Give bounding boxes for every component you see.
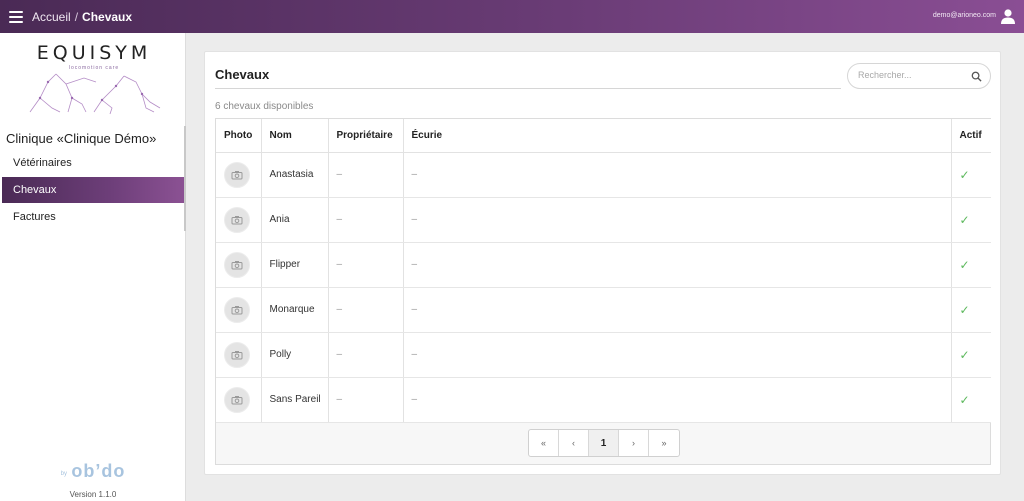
horse-name: Monarque bbox=[261, 287, 329, 333]
obdo-brand: by ob’do bbox=[0, 461, 186, 482]
sidebar-item-veterinaires[interactable]: Vétérinaires bbox=[2, 150, 186, 176]
horse-name: Polly bbox=[261, 332, 329, 378]
version-label: Version 1.1.0 bbox=[69, 490, 117, 499]
pagination-prev-button[interactable]: ‹ bbox=[559, 430, 589, 456]
active-cell: ✓ bbox=[951, 242, 991, 288]
pagination-first-button[interactable]: « bbox=[529, 430, 559, 456]
table-row[interactable]: Ania – – ✓ bbox=[216, 197, 991, 243]
active-cell: ✓ bbox=[951, 197, 991, 243]
brand-logo-text: ob’do bbox=[71, 461, 126, 481]
title-divider bbox=[215, 88, 841, 89]
check-icon: ✓ bbox=[959, 347, 970, 362]
stable-cell: – bbox=[403, 197, 952, 243]
check-icon: ✓ bbox=[959, 392, 970, 407]
camera-icon bbox=[224, 296, 250, 323]
breadcrumb-home-link[interactable]: Accueil bbox=[32, 10, 71, 24]
horses-card: Chevaux 6 chevaux disponibles Photo Nom … bbox=[204, 51, 1001, 475]
horse-legs-illustration bbox=[29, 73, 161, 115]
check-icon: ✓ bbox=[959, 167, 970, 182]
owner-cell: – bbox=[328, 377, 404, 423]
horse-name: Anastasia bbox=[261, 152, 329, 198]
table-row[interactable]: Anastasia – – ✓ bbox=[216, 152, 991, 198]
table-row[interactable]: Polly – – ✓ bbox=[216, 332, 991, 378]
horse-count: 6 chevaux disponibles bbox=[215, 101, 314, 112]
camera-icon bbox=[224, 251, 250, 278]
pagination-next-button[interactable]: › bbox=[619, 430, 649, 456]
photo-cell bbox=[216, 242, 262, 288]
breadcrumb-separator: / bbox=[74, 9, 79, 24]
table-row[interactable]: Flipper – – ✓ bbox=[216, 242, 991, 288]
search-box[interactable] bbox=[847, 63, 991, 89]
horse-name: Sans Pareil bbox=[261, 377, 329, 423]
logo-text: EQUISYM bbox=[36, 42, 152, 64]
camera-icon bbox=[224, 206, 250, 233]
column-header-name[interactable]: Nom bbox=[261, 119, 329, 153]
pagination-last-button[interactable]: » bbox=[649, 430, 679, 456]
owner-cell: – bbox=[328, 197, 404, 243]
top-bar: Accueil / Chevaux demo@arioneo.com bbox=[0, 0, 1024, 33]
sidebar-item-factures[interactable]: Factures bbox=[2, 204, 186, 230]
clinic-title: Clinique «Clinique Démo» bbox=[6, 131, 157, 146]
owner-cell: – bbox=[328, 242, 404, 288]
table-header-row: Photo Nom Propriétaire Écurie Actif bbox=[216, 119, 991, 153]
horse-name: Flipper bbox=[261, 242, 329, 288]
breadcrumb-current: Chevaux bbox=[82, 9, 133, 24]
photo-cell bbox=[216, 332, 262, 378]
sidebar-item-chevaux[interactable]: Chevaux bbox=[2, 177, 186, 203]
sidebar-scrollbar[interactable] bbox=[184, 126, 186, 231]
pagination: « ‹ 1 › » bbox=[528, 429, 680, 457]
brand-by: by bbox=[60, 471, 67, 477]
column-header-stable[interactable]: Écurie bbox=[403, 119, 952, 153]
camera-icon bbox=[224, 386, 250, 413]
page-title: Chevaux bbox=[215, 67, 270, 82]
table-row[interactable]: Sans Pareil – – ✓ bbox=[216, 377, 991, 423]
stable-cell: – bbox=[403, 377, 952, 423]
equisym-logo: EQUISYM locomotion care bbox=[2, 36, 186, 122]
horses-table: Photo Nom Propriétaire Écurie Actif Anas… bbox=[216, 119, 991, 423]
owner-cell: – bbox=[328, 152, 404, 198]
check-icon: ✓ bbox=[959, 257, 970, 272]
user-email[interactable]: demo@arioneo.com bbox=[933, 12, 996, 19]
breadcrumb: Accueil / Chevaux bbox=[32, 10, 132, 24]
camera-icon bbox=[224, 341, 250, 368]
owner-cell: – bbox=[328, 287, 404, 333]
active-cell: ✓ bbox=[951, 287, 991, 333]
check-icon: ✓ bbox=[959, 212, 970, 227]
horse-name: Ania bbox=[261, 197, 329, 243]
photo-cell bbox=[216, 152, 262, 198]
owner-cell: – bbox=[328, 332, 404, 378]
search-input[interactable] bbox=[858, 70, 968, 80]
column-header-photo: Photo bbox=[216, 119, 262, 153]
stable-cell: – bbox=[403, 332, 952, 378]
active-cell: ✓ bbox=[951, 152, 991, 198]
photo-cell bbox=[216, 377, 262, 423]
active-cell: ✓ bbox=[951, 377, 991, 423]
pagination-page-1[interactable]: 1 bbox=[589, 430, 619, 456]
photo-cell bbox=[216, 197, 262, 243]
camera-icon bbox=[224, 161, 250, 188]
active-cell: ✓ bbox=[951, 332, 991, 378]
stable-cell: – bbox=[403, 242, 952, 288]
photo-cell bbox=[216, 287, 262, 333]
horses-table-container: Photo Nom Propriétaire Écurie Actif Anas… bbox=[215, 118, 991, 465]
stable-cell: – bbox=[403, 152, 952, 198]
menu-icon[interactable] bbox=[9, 10, 23, 23]
sidebar: EQUISYM locomotion care Clinique «Cliniq… bbox=[0, 33, 186, 501]
stable-cell: – bbox=[403, 287, 952, 333]
column-header-owner[interactable]: Propriétaire bbox=[328, 119, 404, 153]
user-icon[interactable] bbox=[1000, 8, 1016, 24]
check-icon: ✓ bbox=[959, 302, 970, 317]
table-row[interactable]: Monarque – – ✓ bbox=[216, 287, 991, 333]
column-header-active[interactable]: Actif bbox=[951, 119, 991, 153]
search-icon[interactable] bbox=[971, 71, 982, 82]
